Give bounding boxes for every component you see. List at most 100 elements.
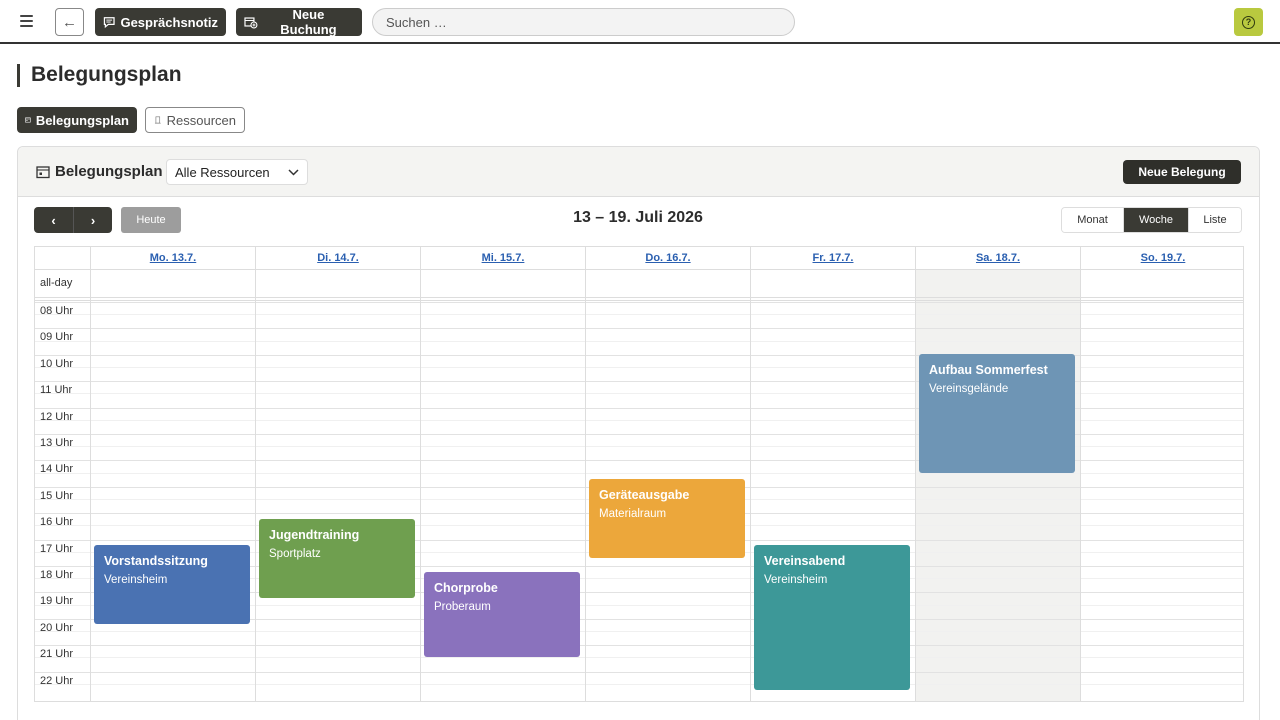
hour-line (35, 328, 1243, 330)
event-title: Chorprobe (434, 580, 498, 595)
menu-icon[interactable] (20, 12, 38, 30)
time-label: 15 Uhr (40, 489, 74, 502)
time-label: 09 Uhr (40, 331, 74, 344)
view-week-button[interactable]: Woche (1123, 208, 1188, 232)
booking-event[interactable]: Chorprobe Proberaum (424, 571, 580, 658)
panel-title-group: Belegungsplan (36, 163, 163, 180)
event-title: Vereinsabend (764, 554, 846, 569)
event-title: Aufbau Sommerfest (929, 362, 1048, 377)
new-booking-label: Neue Buchung (280, 7, 337, 37)
hour-line (35, 671, 1243, 673)
search-input[interactable] (372, 8, 795, 36)
day-header[interactable]: Mo. 13.7. (90, 247, 255, 269)
conversation-note-button[interactable]: Gesprächsnotiz (95, 8, 226, 36)
half-hour-line (35, 314, 1243, 316)
day-header[interactable]: Fr. 17.7. (750, 247, 915, 269)
allday-divider (35, 297, 1243, 298)
panel-header: Belegungsplan Alle Ressourcen Neue Beleg… (18, 147, 1259, 197)
back-button[interactable]: ← (55, 8, 84, 36)
booking-event[interactable]: Geräteausgabe Materialraum (589, 479, 745, 559)
day-column-divider (750, 247, 751, 701)
event-location: Sportplatz (269, 547, 321, 560)
event-location: Proberaum (434, 600, 491, 613)
time-label: 19 Uhr (40, 595, 74, 608)
day-header[interactable]: Do. 16.7. (585, 247, 750, 269)
event-title: Jugendtraining (269, 527, 360, 542)
tab-belegungsplan[interactable]: Belegungsplan (17, 107, 137, 133)
time-label: 11 Uhr (40, 384, 73, 397)
day-column-divider (585, 247, 586, 701)
booking-event[interactable]: Jugendtraining Sportplatz (259, 518, 415, 598)
time-label: 22 Uhr (40, 674, 74, 687)
calendar-icon (36, 165, 50, 178)
half-hour-line (35, 340, 1243, 342)
door-icon (154, 116, 161, 124)
new-booking-button[interactable]: Neue Buchung (236, 7, 362, 37)
date-range-title: 13 – 19. Juli 2026 (573, 209, 703, 226)
time-label: 21 Uhr (40, 648, 74, 661)
arrow-left-icon: ← (62, 13, 77, 31)
time-label: 20 Uhr (40, 621, 74, 634)
time-label: 13 Uhr (40, 437, 74, 449)
week-calendar-grid: 08 Uhr 09 Uhr 10 Uhr 11 Uhr 12 Uhr 13 Uhr 14 U… (34, 246, 1244, 702)
time-label: 17 Uhr (40, 542, 74, 555)
time-column-divider (90, 247, 91, 701)
calendar-icon (25, 117, 31, 123)
chevron-right-icon: › (90, 212, 96, 228)
time-label: 10 Uhr (40, 357, 74, 370)
booking-event[interactable]: Vereinsabend Vereinsheim (754, 545, 910, 691)
page-title: Belegungsplan (31, 63, 182, 86)
schedule-panel: Belegungsplan Alle Ressourcen Neue Beleg… (17, 146, 1260, 720)
booking-event[interactable]: Aufbau Sommerfest Vereinsgelände (919, 353, 1075, 473)
view-switcher: Monat Woche Liste (1061, 207, 1242, 233)
today-button[interactable]: Heute (121, 207, 181, 233)
day-column-divider (1080, 247, 1081, 701)
speech-bubble-icon (103, 16, 115, 28)
event-title: Geräteausgabe (599, 488, 690, 503)
header-divider (35, 269, 1243, 270)
new-allocation-button[interactable]: Neue Belegung (1123, 160, 1241, 184)
chevron-down-icon (288, 168, 299, 176)
question-icon: ? (1242, 15, 1255, 29)
time-label: 14 Uhr (40, 463, 74, 476)
next-week-button[interactable]: › (73, 207, 112, 233)
time-label: 16 Uhr (40, 516, 74, 529)
half-hour-line (35, 631, 1243, 632)
day-header[interactable]: Mi. 15.7. (420, 247, 585, 269)
tab-belegungsplan-label: Belegungsplan (35, 112, 129, 128)
panel-title: Belegungsplan (55, 163, 163, 180)
prev-week-button[interactable]: ‹ (34, 207, 73, 233)
chevron-left-icon: ‹ (51, 212, 56, 228)
booking-event[interactable]: Vorstandssitzung Vereinsheim (94, 545, 250, 625)
event-location: Materialraum (599, 508, 667, 521)
title-accent (17, 64, 20, 87)
allday-label: all-day (40, 277, 73, 289)
half-hour-line (35, 657, 1243, 659)
day-header[interactable]: Sa. 18.7. (915, 247, 1080, 269)
day-header[interactable]: So. 19.7. (1080, 247, 1245, 269)
conversation-note-label: Gesprächsnotiz (120, 14, 218, 30)
resource-select-value: Alle Ressourcen (175, 164, 270, 180)
calendar-plus-icon (244, 16, 258, 29)
event-location: Vereinsheim (104, 574, 168, 587)
day-column-divider (255, 247, 256, 701)
time-label: 12 Uhr (40, 410, 74, 423)
help-button[interactable]: ? (1234, 8, 1263, 36)
resource-select[interactable]: Alle Ressourcen (166, 159, 308, 185)
hour-line (35, 645, 1243, 647)
event-location: Vereinsheim (764, 574, 828, 587)
allday-divider (35, 300, 1243, 301)
tab-ressourcen-label: Ressourcen (166, 112, 236, 128)
day-column-divider (915, 247, 916, 701)
time-label: 18 Uhr (40, 569, 74, 581)
time-label: 08 Uhr (40, 305, 74, 317)
half-hour-line (35, 683, 1243, 685)
event-title: Vorstandssitzung (104, 554, 208, 569)
view-month-button[interactable]: Monat (1062, 208, 1123, 232)
highlight-day-column (915, 269, 1080, 701)
tab-ressourcen[interactable]: Ressourcen (145, 107, 245, 133)
day-header[interactable]: Di. 14.7. (255, 247, 420, 269)
day-column-divider (420, 247, 421, 701)
view-list-button[interactable]: Liste (1188, 208, 1241, 232)
hour-line (35, 302, 1243, 303)
